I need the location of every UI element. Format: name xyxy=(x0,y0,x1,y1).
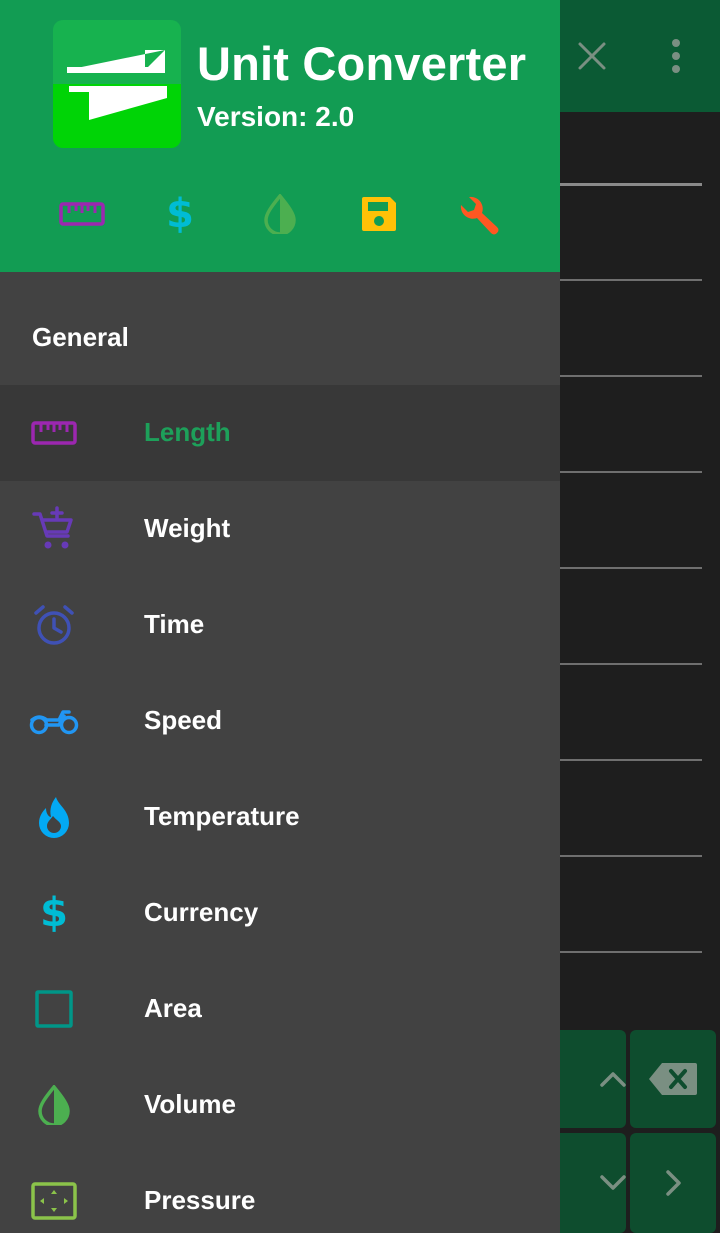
quick-volume-button[interactable] xyxy=(254,188,306,240)
nav-item-label: Time xyxy=(144,609,205,639)
section-header-general: General xyxy=(32,322,129,352)
more-vert-icon[interactable] xyxy=(650,30,702,82)
nav-item-volume[interactable]: Volume xyxy=(0,1057,560,1153)
list-divider xyxy=(560,759,702,761)
list-divider xyxy=(560,951,702,953)
navigation-drawer: Unit Converter Version: 2.0 $ General Le… xyxy=(0,0,560,1233)
quick-length-button[interactable] xyxy=(56,188,108,240)
nav-item-temperature[interactable]: Temperature xyxy=(0,769,560,865)
drop-icon xyxy=(28,1079,80,1131)
key-backspace[interactable] xyxy=(630,1030,716,1128)
chevron-right-icon xyxy=(666,1170,681,1196)
nav-item-label: Temperature xyxy=(144,801,300,831)
nav-item-length[interactable]: Length xyxy=(0,385,560,481)
nav-item-time[interactable]: Time xyxy=(0,577,560,673)
quick-currency-button[interactable]: $ xyxy=(154,188,206,240)
wrench-icon xyxy=(460,196,499,235)
backspace-icon xyxy=(649,1063,697,1095)
square-icon xyxy=(28,983,80,1035)
dollar-icon: $ xyxy=(166,191,194,237)
chevron-down-icon xyxy=(600,1175,626,1190)
cart-plus-icon xyxy=(28,503,80,555)
nav-item-label: Weight xyxy=(144,513,231,543)
ruler-icon xyxy=(59,202,105,226)
motorcycle-icon xyxy=(28,695,80,747)
list-divider xyxy=(560,567,702,569)
nav-item-label: Speed xyxy=(144,705,223,735)
list-divider xyxy=(560,855,702,857)
frame-arrows-icon xyxy=(28,1175,80,1227)
flame-icon xyxy=(28,791,80,843)
app-version: Version: 2.0 xyxy=(197,101,355,132)
app-logo xyxy=(53,20,181,148)
key-right[interactable] xyxy=(630,1133,716,1233)
quick-settings-button[interactable] xyxy=(452,188,504,240)
alarm-clock-icon xyxy=(28,599,80,651)
nav-item-speed[interactable]: Speed xyxy=(0,673,560,769)
dollar-icon: $ xyxy=(40,890,68,936)
nav-item-area[interactable]: Area xyxy=(0,961,560,1057)
quick-save-button[interactable] xyxy=(353,188,405,240)
chevron-up-icon xyxy=(600,1072,626,1087)
nav-item-label: Pressure xyxy=(144,1185,256,1215)
list-divider xyxy=(560,375,702,377)
nav-item-label: Currency xyxy=(144,897,259,927)
app-title: Unit Converter xyxy=(197,37,527,90)
save-icon xyxy=(362,197,396,231)
drawer-header: Unit Converter Version: 2.0 $ xyxy=(0,0,560,272)
drop-icon xyxy=(264,194,296,234)
ruler-icon xyxy=(28,407,80,459)
nav-item-currency[interactable]: $ Currency xyxy=(0,865,560,961)
list-divider xyxy=(560,279,702,281)
list-divider xyxy=(560,663,702,665)
nav-item-pressure[interactable]: Pressure xyxy=(0,1153,560,1233)
nav-item-label: Volume xyxy=(144,1089,236,1119)
close-icon[interactable] xyxy=(566,30,618,82)
nav-item-label: Length xyxy=(144,417,231,447)
nav-item-weight[interactable]: Weight xyxy=(0,481,560,577)
list-divider xyxy=(560,471,702,473)
nav-item-label: Area xyxy=(144,993,202,1023)
input-underline xyxy=(560,183,702,186)
